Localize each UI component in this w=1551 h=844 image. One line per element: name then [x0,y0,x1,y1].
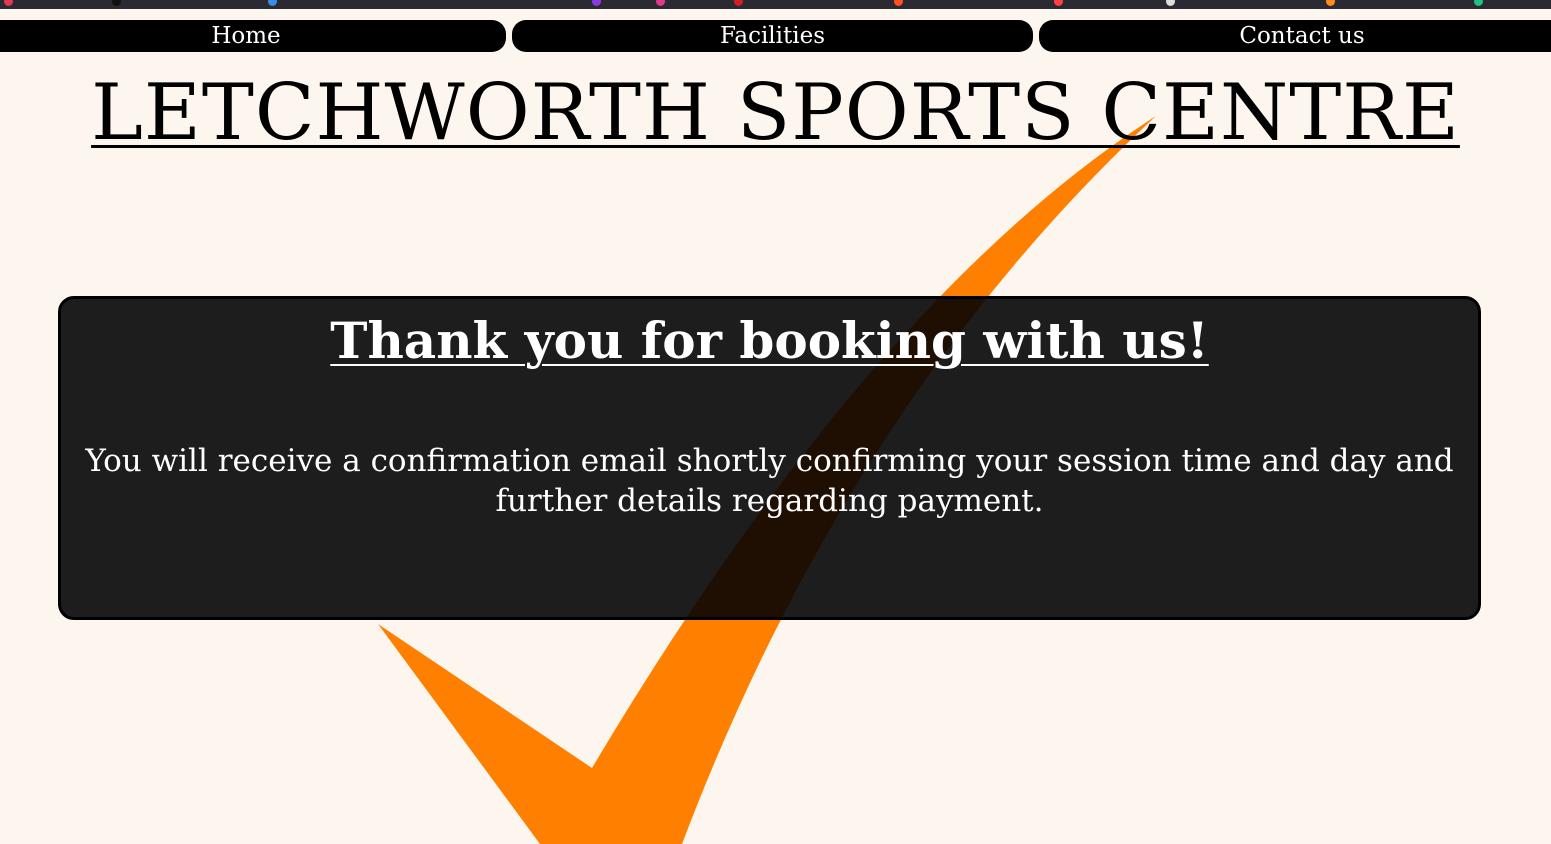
nav-home-link[interactable]: Home [0,20,506,52]
nav-facilities-link[interactable]: Facilities [512,20,1033,52]
confirmation-heading: Thank you for booking with us! [330,311,1209,370]
confirmation-message: You will receive a confirmation email sh… [85,443,1454,519]
nav-contact-link[interactable]: Contact us [1039,20,1551,52]
confirmation-panel: Thank you for booking with us! You will … [58,296,1481,620]
page: Home Facilities Contact us LETCHWORTH SP… [0,0,1551,844]
main-nav: Home Facilities Contact us [0,20,1551,52]
site-title: LETCHWORTH SPORTS CENTRE [91,68,1460,158]
